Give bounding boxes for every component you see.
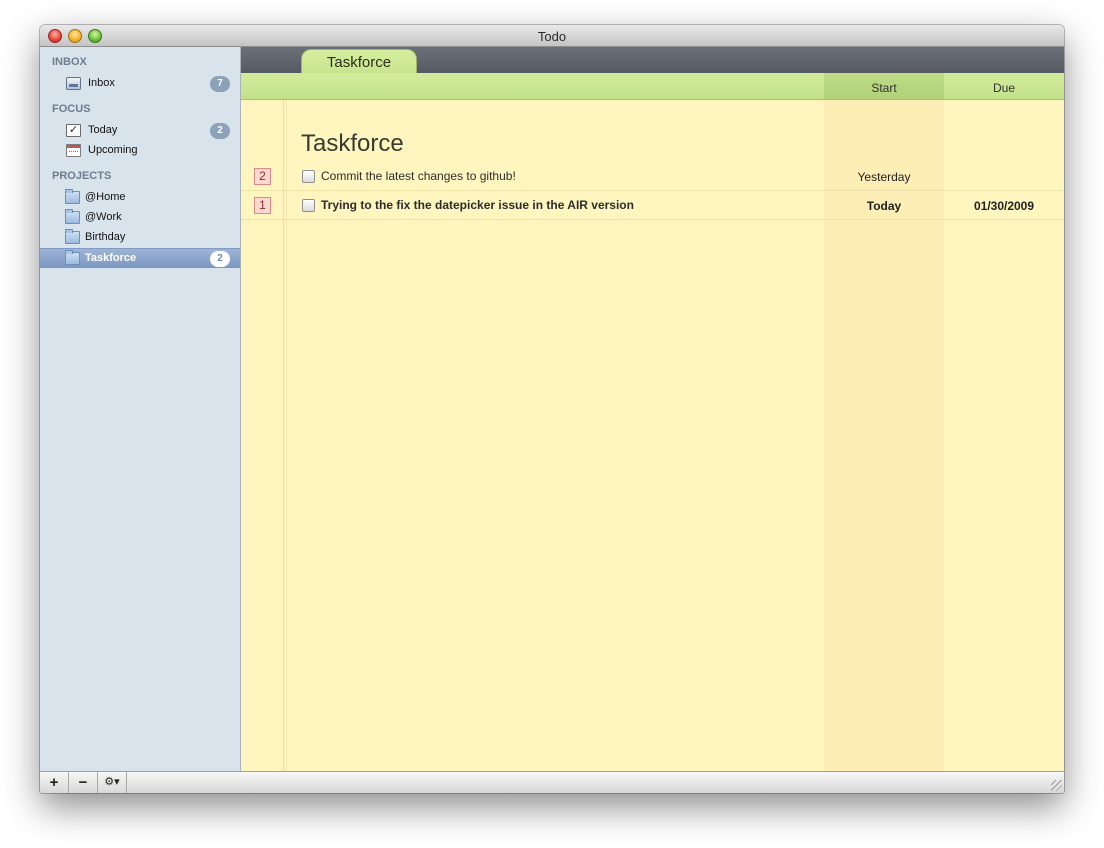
window-title: Todo [537, 29, 567, 44]
checkmark-icon: ✓ [66, 124, 81, 137]
sidebar-item-home[interactable]: @Home [40, 188, 240, 208]
task-due-date[interactable]: 01/30/2009 [944, 199, 1064, 213]
sidebar-item-upcoming[interactable]: Upcoming [40, 141, 240, 161]
task-title[interactable]: Trying to the fix the datepicker issue i… [321, 198, 634, 212]
column-header-start[interactable]: Start [824, 81, 944, 95]
count-badge: 7 [210, 76, 230, 92]
task-row[interactable]: 1 Trying to the fix the datepicker issue… [241, 191, 1064, 220]
calendar-icon [66, 144, 81, 157]
sidebar-item-label: Birthday [85, 231, 126, 243]
resize-grip-icon[interactable] [1051, 780, 1062, 791]
sidebar-item-work[interactable]: @Work [40, 208, 240, 228]
bottom-toolbar: + − ⚙▾ [40, 771, 1064, 793]
gear-menu-button[interactable]: ⚙▾ [98, 772, 127, 793]
tab-bar: Taskforce [241, 47, 1064, 73]
task-start-date[interactable]: Today [824, 199, 944, 213]
task-start-date[interactable]: Yesterday [824, 170, 944, 184]
priority-badge[interactable]: 2 [254, 168, 271, 185]
page-title: Taskforce [301, 130, 404, 157]
count-badge: 2 [210, 123, 230, 139]
add-button[interactable]: + [40, 772, 69, 793]
inbox-icon [66, 77, 81, 90]
sidebar-item-label: Upcoming [88, 144, 138, 156]
task-checkbox[interactable] [302, 199, 315, 212]
sidebar-item-label: Taskforce [85, 252, 137, 264]
sidebar-item-label: @Home [85, 191, 126, 203]
task-title[interactable]: Commit the latest changes to github! [321, 169, 516, 183]
section-header-focus: FOCUS [52, 103, 91, 115]
sidebar-item-inbox[interactable]: Inbox 7 [40, 74, 240, 94]
task-checkbox[interactable] [302, 170, 315, 183]
count-badge: 2 [210, 251, 230, 267]
sidebar-item-birthday[interactable]: Birthday [40, 228, 240, 248]
column-header-row: Start Due [241, 73, 1064, 100]
title-bar: Todo [40, 25, 1064, 47]
column-header-due[interactable]: Due [944, 81, 1064, 95]
folder-icon [65, 250, 80, 265]
folder-icon [65, 189, 80, 204]
task-row[interactable]: 2 Commit the latest changes to github! Y… [241, 162, 1064, 191]
remove-button[interactable]: − [69, 772, 98, 793]
section-header-projects: PROJECTS [52, 170, 112, 182]
folder-icon [65, 229, 80, 244]
tab-taskforce[interactable]: Taskforce [301, 49, 417, 73]
sidebar-item-label: Inbox [88, 77, 115, 89]
folder-icon [65, 209, 80, 224]
sidebar-item-label: Today [88, 124, 118, 136]
sidebar: INBOX Inbox 7 FOCUS ✓ Today 2 Upcoming P… [40, 47, 241, 771]
task-list: Taskforce 2 Commit the latest changes to… [241, 100, 1064, 771]
main-pane: Taskforce Start Due Taskforce 2 Commit t… [241, 47, 1064, 771]
section-header-inbox: INBOX [52, 56, 87, 68]
sidebar-item-today[interactable]: ✓ Today 2 [40, 121, 240, 141]
sidebar-item-taskforce[interactable]: Taskforce 2 [40, 248, 240, 268]
priority-badge[interactable]: 1 [254, 197, 271, 214]
sidebar-item-label: @Work [85, 211, 122, 223]
app-window: Todo INBOX Inbox 7 FOCUS ✓ Today 2 Upcom… [40, 25, 1064, 793]
